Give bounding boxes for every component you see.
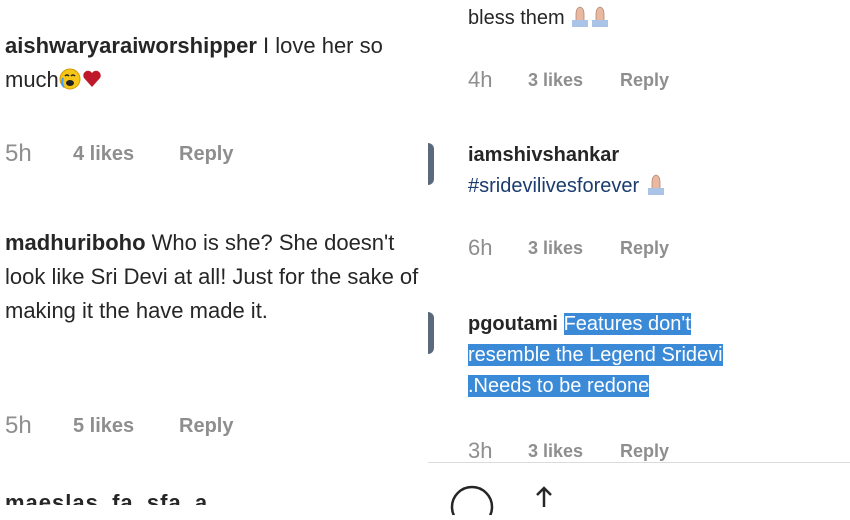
praying-hands-icon <box>570 5 612 37</box>
comment-username[interactable]: pgoutami <box>468 313 558 335</box>
selected-text: Features don't <box>563 313 691 335</box>
comment: aishwaryaraiworshipper I love her so muc… <box>5 29 425 100</box>
reply-button[interactable]: Reply <box>620 70 669 91</box>
comment-meta: 6h 3 likes Reply <box>468 233 669 263</box>
comment-likes[interactable]: 3 likes <box>528 70 620 91</box>
comment-meta: 5h 5 likes Reply <box>5 411 233 441</box>
comment-likes[interactable]: 3 likes <box>528 238 620 259</box>
comment-username[interactable]: madhuriboho <box>5 230 146 255</box>
hashtag-link[interactable]: #sridevilivesforever <box>468 175 639 197</box>
comment-username[interactable]: aishwaryaraiworshipper <box>5 33 257 58</box>
comment-text: bless them <box>468 7 565 29</box>
comment: iamshivshankar #sridevilivesforever <box>468 140 838 205</box>
comment-likes[interactable]: 5 likes <box>73 415 179 438</box>
comment-time: 5h <box>5 140 32 167</box>
comment-time: 3h <box>468 438 493 463</box>
right-comments-panel: bless them 4h 3 likes Reply iamshivshank… <box>428 0 850 505</box>
heart-icon <box>81 66 103 100</box>
share-icon[interactable] <box>532 485 556 512</box>
avatar[interactable] <box>428 312 434 354</box>
reply-button[interactable]: Reply <box>620 441 669 462</box>
crying-face-icon <box>59 66 81 100</box>
praying-hands-icon <box>645 173 667 205</box>
action-bar <box>428 462 850 520</box>
comment-meta: 5h 4 likes Reply <box>5 139 233 169</box>
selected-text: resemble the Legend Sridevi <box>468 344 723 366</box>
comment-likes[interactable]: 3 likes <box>528 441 620 462</box>
reply-button[interactable]: Reply <box>179 415 233 438</box>
comment: pgoutami Features don't resemble the Leg… <box>468 309 838 402</box>
comment-icon[interactable] <box>450 485 494 520</box>
comment: madhuriboho Who is she? She doesn't look… <box>5 226 425 328</box>
avatar[interactable] <box>428 143 434 185</box>
reply-button[interactable]: Reply <box>179 143 233 166</box>
comment-likes[interactable]: 4 likes <box>73 143 179 166</box>
selected-text: .Needs to be redone <box>468 375 650 397</box>
comment-username[interactable]: iamshivshankar <box>468 140 838 171</box>
left-comments-panel: aishwaryaraiworshipper I love her so muc… <box>0 0 428 505</box>
comment-time: 5h <box>5 412 32 439</box>
clipped-username: maeslas_fa_sfa_a <box>5 490 209 505</box>
comment-time: 6h <box>468 235 493 260</box>
comment: bless them <box>468 3 838 37</box>
comment-time: 4h <box>468 67 493 92</box>
comment-meta: 4h 3 likes Reply <box>468 65 669 95</box>
reply-button[interactable]: Reply <box>620 238 669 259</box>
